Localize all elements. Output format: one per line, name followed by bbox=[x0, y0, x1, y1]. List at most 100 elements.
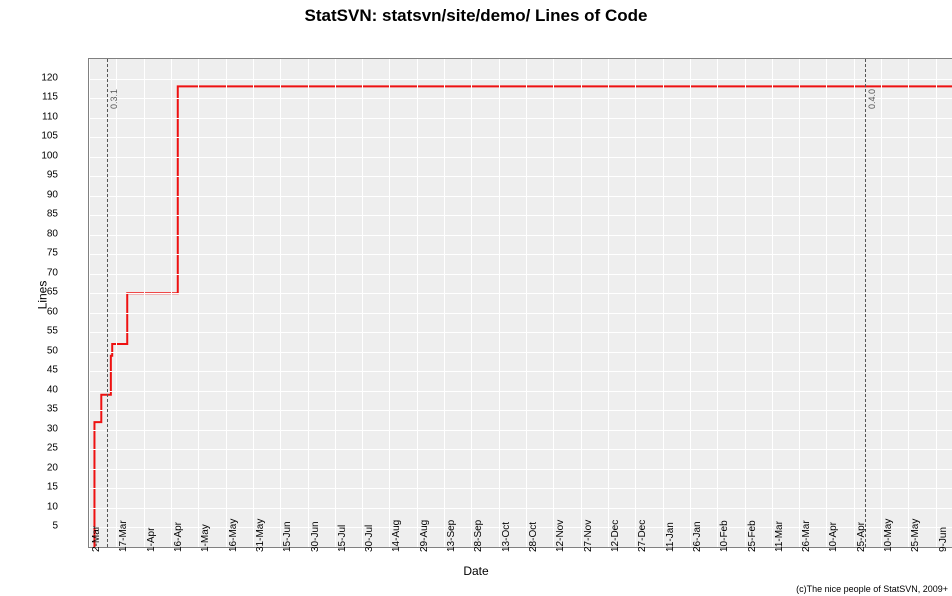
y-tick-label: 35 bbox=[28, 404, 58, 415]
y-tick-label: 50 bbox=[28, 345, 58, 356]
y-tick-label: 80 bbox=[28, 228, 58, 239]
gridline-v bbox=[198, 59, 199, 547]
gridline-h bbox=[89, 371, 952, 372]
x-tick-label: 25-May bbox=[910, 519, 921, 552]
gridline-v bbox=[581, 59, 582, 547]
x-tick-label: 9-Jun bbox=[938, 527, 949, 552]
gridline-v bbox=[226, 59, 227, 547]
gridline-h bbox=[89, 332, 952, 333]
gridline-v bbox=[471, 59, 472, 547]
gridline-v bbox=[635, 59, 636, 547]
gridline-v bbox=[663, 59, 664, 547]
gridline-h bbox=[89, 527, 952, 528]
y-tick-label: 10 bbox=[28, 501, 58, 512]
gridline-v bbox=[936, 59, 937, 547]
y-tick-label: 95 bbox=[28, 170, 58, 181]
x-tick-label: 12-Dec bbox=[610, 520, 621, 552]
x-tick-label: 1-Apr bbox=[146, 528, 157, 552]
x-tick-label: 17-Mar bbox=[118, 520, 129, 552]
gridline-v bbox=[362, 59, 363, 547]
gridline-v bbox=[116, 59, 117, 547]
chart-area: Lines 0.3.10.4.0 51015202530354045505560… bbox=[26, 30, 938, 560]
y-tick-label: 30 bbox=[28, 423, 58, 434]
x-tick-label: 13-Sep bbox=[446, 520, 457, 552]
gridline-v bbox=[444, 59, 445, 547]
y-tick-label: 60 bbox=[28, 306, 58, 317]
y-tick-label: 5 bbox=[28, 521, 58, 532]
chart-title: StatSVN: statsvn/site/demo/ Lines of Cod… bbox=[0, 0, 952, 26]
plot-area: 0.3.10.4.0 bbox=[88, 58, 952, 548]
gridline-h bbox=[89, 469, 952, 470]
x-tick-label: 25-Feb bbox=[747, 520, 758, 552]
y-tick-label: 115 bbox=[28, 92, 58, 103]
y-tick-label: 75 bbox=[28, 248, 58, 259]
gridline-h bbox=[89, 79, 952, 80]
x-tick-label: 30-Jun bbox=[310, 521, 321, 552]
y-tick-label: 20 bbox=[28, 462, 58, 473]
x-tick-label: 30-Jul bbox=[364, 525, 375, 552]
x-tick-label: 12-Nov bbox=[555, 520, 566, 552]
x-axis-label: Date bbox=[463, 564, 488, 578]
gridline-v bbox=[854, 59, 855, 547]
x-tick-label: 27-Nov bbox=[583, 520, 594, 552]
gridline-v bbox=[553, 59, 554, 547]
x-tick-label: 31-May bbox=[255, 519, 266, 552]
annotation-line bbox=[107, 59, 108, 547]
gridline-h bbox=[89, 449, 952, 450]
gridline-h bbox=[89, 215, 952, 216]
gridline-h bbox=[89, 196, 952, 197]
gridline-v bbox=[717, 59, 718, 547]
x-tick-label: 14-Aug bbox=[391, 520, 402, 552]
x-tick-label: 27-Dec bbox=[637, 520, 648, 552]
gridline-v bbox=[89, 59, 90, 547]
x-tick-label: 15-Jun bbox=[282, 521, 293, 552]
gridline-v bbox=[799, 59, 800, 547]
y-tick-label: 65 bbox=[28, 287, 58, 298]
gridline-h bbox=[89, 430, 952, 431]
gridline-v bbox=[308, 59, 309, 547]
gridline-v bbox=[908, 59, 909, 547]
y-tick-label: 105 bbox=[28, 131, 58, 142]
x-tick-label: 1-May bbox=[200, 524, 211, 552]
gridline-v bbox=[389, 59, 390, 547]
gridline-v bbox=[826, 59, 827, 547]
gridline-v bbox=[745, 59, 746, 547]
gridline-h bbox=[89, 157, 952, 158]
x-tick-label: 16-Apr bbox=[173, 522, 184, 552]
gridline-h bbox=[89, 98, 952, 99]
x-tick-label: 29-Aug bbox=[419, 520, 430, 552]
gridline-h bbox=[89, 118, 952, 119]
gridline-v bbox=[171, 59, 172, 547]
gridline-h bbox=[89, 137, 952, 138]
x-tick-label: 10-Feb bbox=[719, 520, 730, 552]
gridline-v bbox=[772, 59, 773, 547]
x-tick-label: 11-Mar bbox=[774, 521, 785, 552]
gridline-h bbox=[89, 488, 952, 489]
y-tick-label: 90 bbox=[28, 189, 58, 200]
y-tick-label: 120 bbox=[28, 72, 58, 83]
gridline-v bbox=[417, 59, 418, 547]
x-tick-label: 26-Mar bbox=[801, 520, 812, 552]
gridline-h bbox=[89, 293, 952, 294]
x-tick-label: 28-Oct bbox=[528, 522, 539, 552]
gridline-v bbox=[526, 59, 527, 547]
y-tick-label: 100 bbox=[28, 150, 58, 161]
gridline-v bbox=[499, 59, 500, 547]
y-tick-label: 40 bbox=[28, 384, 58, 395]
gridline-v bbox=[144, 59, 145, 547]
gridline-h bbox=[89, 410, 952, 411]
y-tick-label: 110 bbox=[28, 111, 58, 122]
y-tick-label: 55 bbox=[28, 326, 58, 337]
gridline-h bbox=[89, 352, 952, 353]
x-tick-label: 15-Jul bbox=[337, 525, 348, 552]
gridline-h bbox=[89, 235, 952, 236]
gridline-v bbox=[690, 59, 691, 547]
gridline-h bbox=[89, 508, 952, 509]
x-tick-label: 11-Jan bbox=[665, 522, 676, 552]
gridline-h bbox=[89, 254, 952, 255]
gridline-v bbox=[280, 59, 281, 547]
gridline-h bbox=[89, 176, 952, 177]
x-tick-label: 13-Oct bbox=[501, 522, 512, 552]
annotation-label: 0.4.0 bbox=[867, 89, 877, 109]
x-tick-label: 16-May bbox=[228, 519, 239, 552]
